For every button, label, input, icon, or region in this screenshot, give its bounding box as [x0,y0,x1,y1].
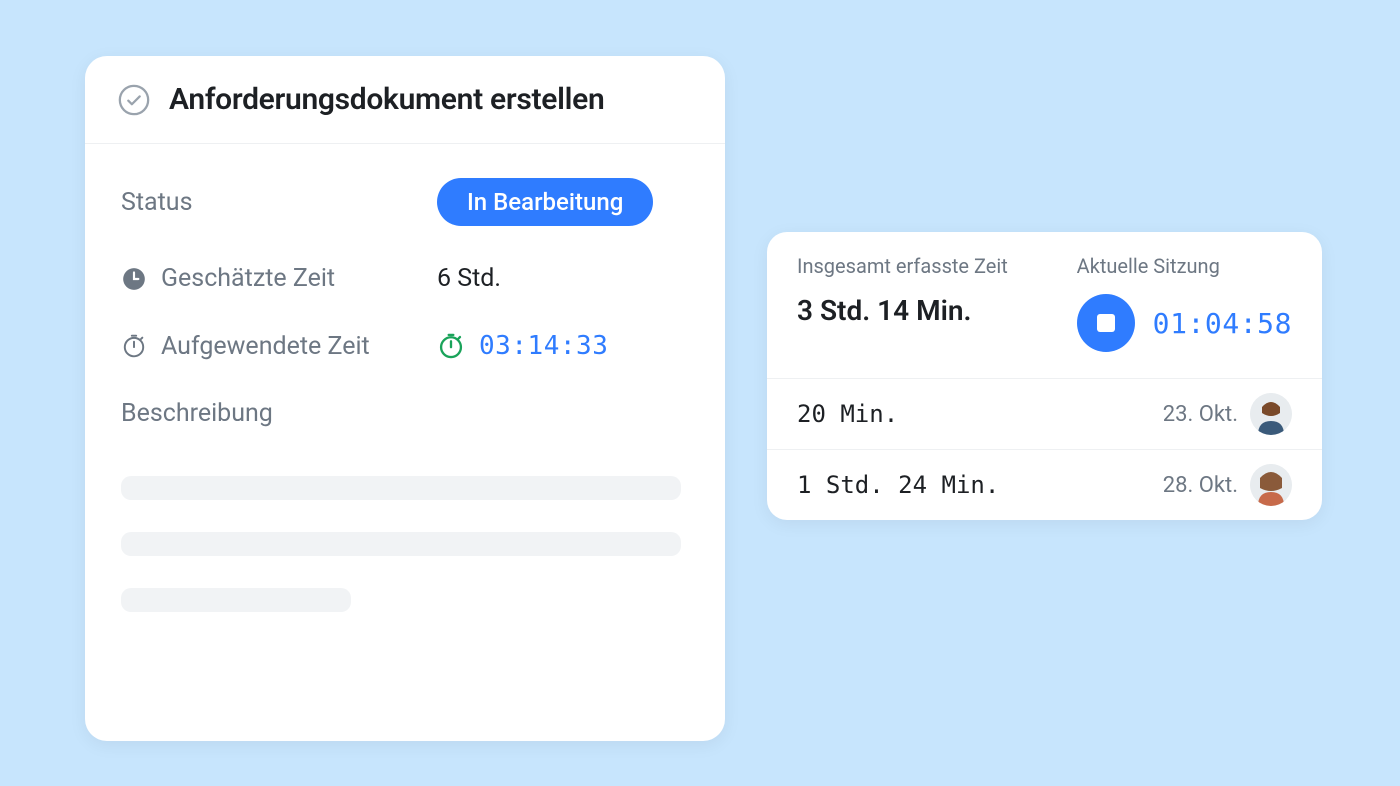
check-circle-icon[interactable] [117,83,151,117]
estimated-time-value: 6 Std. [437,264,501,293]
task-detail-card: Anforderungsdokument erstellen Status In… [85,56,725,741]
task-title: Anforderungsdokument erstellen [169,82,604,117]
task-header: Anforderungsdokument erstellen [85,56,725,144]
estimated-time-row: Geschätzte Zeit 6 Std. [121,264,689,293]
avatar [1250,464,1292,506]
stop-timer-button[interactable] [1077,294,1135,352]
entry-date: 28. Okt. [1163,473,1238,498]
task-body: Status In Bearbeitung Geschätzte Zeit 6 … [85,144,725,678]
stopwatch-icon [121,333,147,359]
current-session-label: Aktuelle Sitzung [1077,254,1292,278]
status-badge[interactable]: In Bearbeitung [437,178,653,226]
clock-icon [121,266,147,292]
spent-time-text: 03:14:33 [479,331,608,361]
spent-time-label: Aufgewendete Zeit [161,332,370,361]
entry-duration: 1 Std. 24 Min. [797,471,1151,499]
time-entries-list: 20 Min. 23. Okt. 1 Std. 24 Min. 28. Okt. [767,378,1322,520]
description-placeholder-line [121,588,351,612]
estimated-time-label: Geschätzte Zeit [161,264,335,293]
time-entry-row[interactable]: 1 Std. 24 Min. 28. Okt. [767,450,1322,520]
time-entry-row[interactable]: 20 Min. 23. Okt. [767,379,1322,450]
description-placeholder-line [121,532,681,556]
time-tracking-card: Insgesamt erfasste Zeit 3 Std. 14 Min. A… [767,232,1322,520]
description-placeholder-line [121,476,681,500]
stop-icon [1097,314,1115,332]
spent-time-value[interactable]: 03:14:33 [437,331,608,361]
time-tracking-summary: Insgesamt erfasste Zeit 3 Std. 14 Min. A… [767,232,1322,378]
total-tracked-value: 3 Std. 14 Min. [797,294,1077,327]
description-label: Beschreibung [121,399,689,428]
status-row: Status In Bearbeitung [121,178,689,226]
entry-date: 23. Okt. [1163,402,1238,427]
spent-time-row: Aufgewendete Zeit 03:14:33 [121,331,689,361]
status-label: Status [121,188,437,217]
avatar [1250,393,1292,435]
entry-duration: 20 Min. [797,400,1151,428]
total-tracked-label: Insgesamt erfasste Zeit [797,254,1077,278]
current-session-timer: 01:04:58 [1153,307,1292,340]
stopwatch-active-icon [437,332,465,360]
